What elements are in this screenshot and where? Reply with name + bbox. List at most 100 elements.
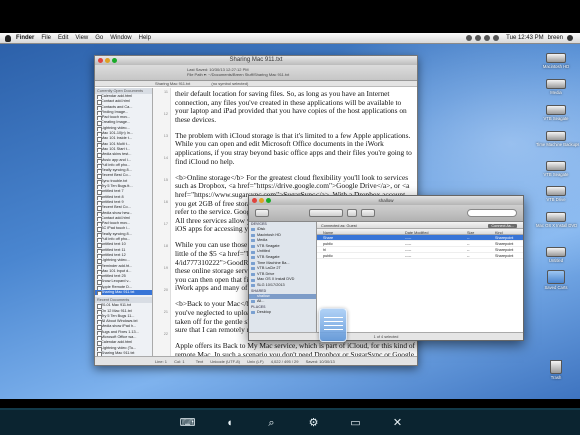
status-text-type[interactable]: Text	[196, 359, 203, 364]
desktop-icon-vtb-seagate-2[interactable]: VTB Seagate	[536, 158, 576, 177]
cell-size: --	[467, 248, 470, 252]
server-titlebar[interactable]: shallow	[249, 196, 523, 205]
cell-kind: Sharepoint	[495, 242, 514, 246]
desktop-icon-saved-carts[interactable]: Saved Carts	[536, 270, 576, 290]
bluetooth-icon[interactable]	[493, 35, 500, 41]
table-row[interactable]: public ----- -- Sharepoint	[317, 253, 523, 259]
quick-look-button[interactable]	[347, 209, 357, 217]
battery-icon[interactable]	[484, 35, 491, 41]
dvd-icon	[546, 212, 566, 222]
hard-drive-icon	[546, 79, 566, 89]
wifi-icon[interactable]	[466, 35, 473, 41]
desktop-icon-untitled[interactable]: Untitled	[536, 244, 576, 263]
close-icon[interactable]: ✕	[390, 416, 405, 430]
finder-server-window[interactable]: shallow DEVICES iDisk Macintosh HD Media VTB…	[248, 195, 524, 341]
zoom-icon[interactable]: ⌕	[264, 416, 279, 430]
finder-status-bar: 1 of 4 selected	[249, 332, 523, 340]
mouse-icon[interactable]: ◖	[222, 416, 237, 430]
menubar-clock[interactable]: Tue 12:43 PM	[506, 35, 543, 41]
text-paragraph: their default location for saving files.…	[175, 90, 407, 124]
back-forward-buttons[interactable]	[255, 209, 269, 217]
menu-app-name[interactable]: Finder	[16, 35, 34, 41]
remote-desktop[interactable]: Finder File Edit View Go Window Help Tue…	[0, 33, 580, 399]
menu-help[interactable]: Help	[139, 35, 151, 41]
col-size[interactable]: Size	[467, 231, 474, 235]
sidebar-shared-item[interactable]: All...	[249, 299, 316, 305]
desktop-icon-media[interactable]: Media	[536, 76, 576, 95]
cell-size: --	[467, 242, 470, 246]
status-encoding[interactable]: Unicode (UTF-8)	[210, 359, 240, 364]
menu-view[interactable]: View	[75, 35, 88, 41]
spotlight-icon[interactable]	[567, 35, 573, 41]
line-number: 16	[163, 200, 168, 204]
search-field[interactable]	[467, 209, 517, 217]
editor-status-bar: Line: 1 Col: 1 Text Unicode (UTF-8) Unix…	[95, 356, 417, 365]
cell-name: Share	[323, 236, 334, 240]
cell-date: -----	[405, 236, 412, 240]
display-icon[interactable]: ▭	[348, 416, 363, 430]
zoom-window-button[interactable]	[266, 198, 271, 203]
zoom-window-button[interactable]	[112, 58, 117, 63]
connect-as-button[interactable]: Connect As...	[488, 223, 517, 228]
menu-edit[interactable]: Edit	[58, 35, 68, 41]
file-info: Last Saved: 10/30/13 12:27:12 PM File Pa…	[187, 67, 289, 77]
minimize-window-button[interactable]	[105, 58, 110, 63]
cell-date: -----	[405, 242, 412, 246]
action-button[interactable]	[361, 209, 375, 217]
server-window-title: shallow	[378, 198, 394, 203]
cell-name: hl	[323, 248, 326, 252]
open-document-item[interactable]: Sharing Mac 911.txt	[95, 289, 152, 296]
status-saved: Saved: 10/30/13	[305, 359, 335, 364]
col-kind[interactable]: Kind	[495, 231, 503, 235]
menubar-user[interactable]: breen	[548, 35, 563, 41]
editor-titlebar[interactable]: Sharing Mac 911.txt	[95, 56, 417, 65]
remote-control-toolbar: ⌨ ◖ ⌕ ⚙ ▭ ✕	[0, 408, 580, 435]
finder-sidebar: DEVICES iDisk Macintosh HD Media VTB Seagate…	[249, 222, 317, 334]
file-list: Connected as: Guest Connect As... Name D…	[317, 222, 523, 334]
symbol-popup[interactable]: (no symbol selected)	[211, 81, 248, 86]
sidebar-place-item[interactable]: Desktop	[249, 310, 316, 316]
minimize-window-button[interactable]	[259, 198, 264, 203]
settings-icon[interactable]: ⚙	[306, 416, 321, 430]
editor-toolbar: Last Saved: 10/30/13 12:27:12 PM File Pa…	[95, 65, 417, 81]
cell-date: -----	[405, 254, 412, 258]
keyboard-icon[interactable]: ⌨	[180, 416, 196, 430]
close-window-button[interactable]	[98, 58, 103, 63]
cell-size: --	[467, 236, 470, 240]
mac-menubar: Finder File Edit View Go Window Help Tue…	[0, 33, 580, 44]
cell-name: public	[323, 254, 333, 258]
line-number: 18	[163, 244, 168, 248]
cell-name: public	[323, 242, 333, 246]
menu-file[interactable]: File	[41, 35, 51, 41]
close-window-button[interactable]	[252, 198, 257, 203]
line-number: 19	[163, 266, 168, 270]
desktop-icon-macintosh-hd[interactable]: Macintosh HD	[536, 50, 576, 69]
col-name[interactable]: Name	[323, 231, 333, 235]
status-line-endings[interactable]: Unix (LF)	[247, 359, 263, 364]
desktop-icon-time-machine[interactable]: Time Machine Backups	[536, 128, 579, 147]
menu-go[interactable]: Go	[95, 35, 103, 41]
col-date[interactable]: Date Modified	[405, 231, 428, 235]
line-number: 13	[163, 134, 168, 138]
editor-navigation-bar: Sharing Mac 911.txt (no symbol selected)	[95, 81, 417, 87]
hard-drive-icon	[546, 161, 566, 171]
window-controls	[98, 58, 119, 63]
desktop-icon-vtb-seagate[interactable]: VTB Seagate	[536, 102, 576, 121]
volume-icon[interactable]	[475, 35, 482, 41]
desktop-icon-trash[interactable]: Trash	[536, 360, 576, 380]
document-tab[interactable]: Sharing Mac 911.txt	[155, 81, 190, 86]
cell-date: -----	[405, 248, 412, 252]
dragged-document-stack-icon[interactable]	[319, 308, 347, 342]
sidebar-device-item[interactable]: SLG 10/17/2013	[249, 283, 316, 289]
finder-toolbar	[249, 205, 523, 222]
desktop-icon-install-dvd[interactable]: Mac OS X Install DVD	[536, 209, 577, 228]
menu-window[interactable]: Window	[110, 35, 131, 41]
desktop-icon-vtb-drive[interactable]: VTB Drive	[536, 183, 576, 202]
file-path-text[interactable]: File Path ▾: ~/Documents/Breen Stuff/Sha…	[187, 72, 289, 77]
line-number: 12	[163, 112, 168, 116]
apple-icon[interactable]	[5, 34, 11, 42]
cell-kind: Sharepoint	[495, 236, 514, 240]
cell-size: --	[467, 254, 470, 258]
documents-sidebar: Currently Open Documents Calendar add.ht…	[95, 88, 153, 357]
view-mode-buttons[interactable]	[309, 209, 343, 217]
